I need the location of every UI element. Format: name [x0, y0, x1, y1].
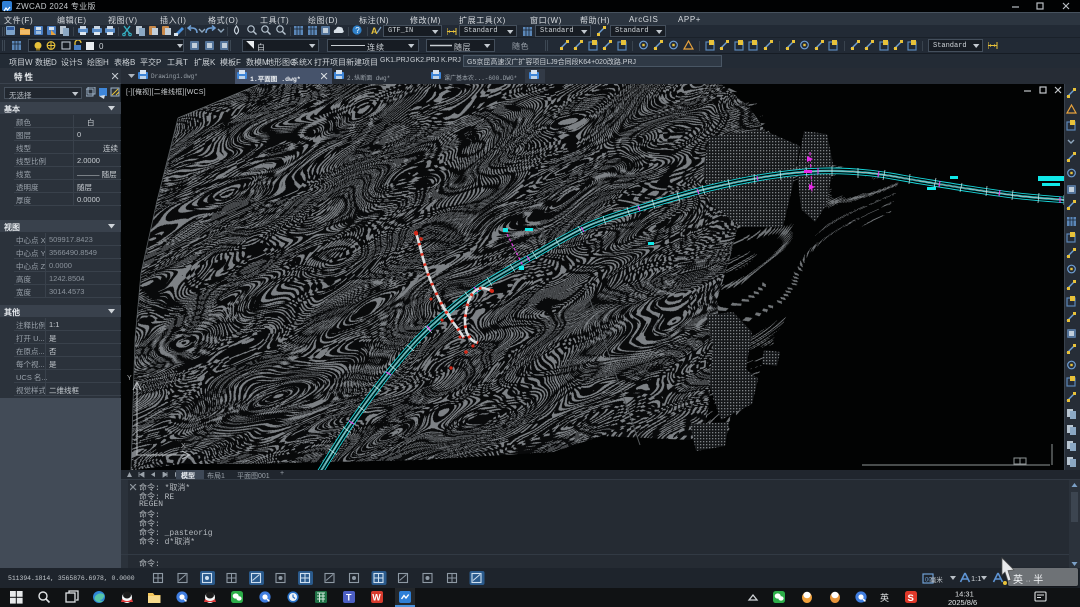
svg-text:英: 英 — [880, 592, 889, 603]
svg-text:?: ? — [355, 26, 360, 35]
svg-text:[-][俺视][二维线框][WCS]: [-][俺视][二维线框][WCS] — [126, 87, 206, 96]
svg-text:W: W — [372, 593, 381, 603]
svg-text:Y: Y — [127, 375, 132, 382]
svg-text:A: A — [371, 26, 378, 36]
svg-text:2025/8/6: 2025/8/6 — [948, 598, 977, 607]
svg-text:S: S — [908, 593, 914, 604]
svg-text:T: T — [346, 593, 352, 603]
svg-text:0: 0 — [99, 42, 104, 51]
svg-text:X: X — [181, 443, 186, 450]
